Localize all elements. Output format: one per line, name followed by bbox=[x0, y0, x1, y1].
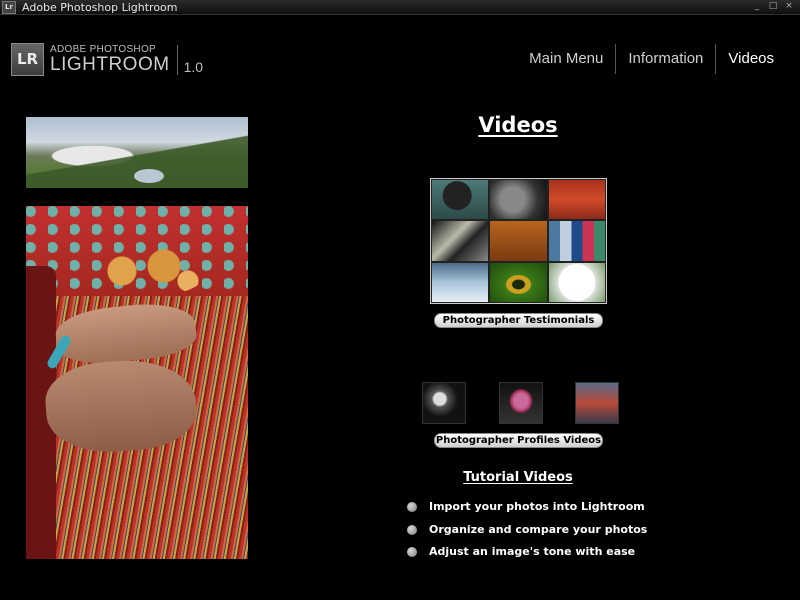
lr-logo-mark: LR bbox=[11, 43, 44, 76]
testimonial-thumbnail[interactable] bbox=[489, 179, 548, 221]
bullet-icon bbox=[407, 524, 417, 535]
window-controls: _ □ × bbox=[752, 1, 794, 11]
testimonial-thumbnail[interactable] bbox=[431, 261, 490, 303]
testimonial-thumbnail[interactable] bbox=[489, 261, 548, 303]
logo-divider bbox=[176, 44, 178, 75]
nav-videos[interactable]: Videos bbox=[716, 44, 786, 74]
testimonial-thumbnail[interactable] bbox=[547, 261, 606, 303]
window-title-bar: Lr Adobe Photoshop Lightroom _ □ × bbox=[0, 0, 800, 15]
tutorial-label: Organize and compare your photos bbox=[429, 523, 648, 536]
testimonial-thumbnail[interactable] bbox=[547, 220, 606, 262]
tutorial-label: Adjust an image's tone with ease bbox=[429, 545, 636, 558]
bead-market-photo bbox=[26, 206, 248, 559]
top-navigation: Main Menu Information Videos bbox=[517, 44, 786, 74]
maximize-icon[interactable]: □ bbox=[768, 1, 778, 11]
profile-video-thumbnail[interactable] bbox=[499, 382, 543, 424]
testimonial-thumbnail[interactable] bbox=[431, 179, 490, 221]
page-title: Videos bbox=[478, 113, 558, 137]
photographer-testimonials-button[interactable]: Photographer Testimonials bbox=[434, 313, 603, 328]
tutorial-videos-heading: Tutorial Videos bbox=[463, 470, 573, 485]
logo-version: 1.0 bbox=[183, 58, 204, 75]
testimonial-thumbnail[interactable] bbox=[489, 220, 548, 262]
bullet-icon bbox=[407, 546, 417, 557]
tutorial-item-import[interactable]: Import your photos into Lightroom bbox=[407, 500, 645, 513]
lightroom-logo: LR ADOBE PHOTOSHOP LIGHTROOM 1.0 bbox=[11, 43, 203, 76]
nav-main-menu[interactable]: Main Menu bbox=[517, 44, 615, 74]
profile-video-thumbnail[interactable] bbox=[575, 382, 619, 424]
nav-information[interactable]: Information bbox=[616, 44, 715, 74]
minimize-icon[interactable]: _ bbox=[752, 1, 762, 11]
tutorial-item-organize[interactable]: Organize and compare your photos bbox=[407, 523, 647, 536]
tutorial-item-adjust-tone[interactable]: Adjust an image's tone with ease bbox=[407, 545, 635, 558]
close-icon[interactable]: × bbox=[784, 1, 794, 11]
testimonial-thumbnail[interactable] bbox=[431, 220, 490, 262]
testimonials-thumbnail-grid[interactable] bbox=[430, 178, 607, 304]
photographer-profiles-videos-button[interactable]: Photographer Profiles Videos bbox=[434, 433, 603, 448]
bullet-icon bbox=[407, 501, 417, 512]
profile-video-thumbnail[interactable] bbox=[422, 382, 466, 424]
lightroom-app-icon: Lr bbox=[2, 0, 16, 14]
window-title: Adobe Photoshop Lightroom bbox=[22, 0, 178, 14]
tutorial-label: Import your photos into Lightroom bbox=[429, 500, 645, 513]
testimonial-thumbnail[interactable] bbox=[547, 179, 606, 221]
landscape-photo bbox=[26, 117, 248, 188]
logo-line-lightroom: LIGHTROOM bbox=[50, 54, 170, 75]
